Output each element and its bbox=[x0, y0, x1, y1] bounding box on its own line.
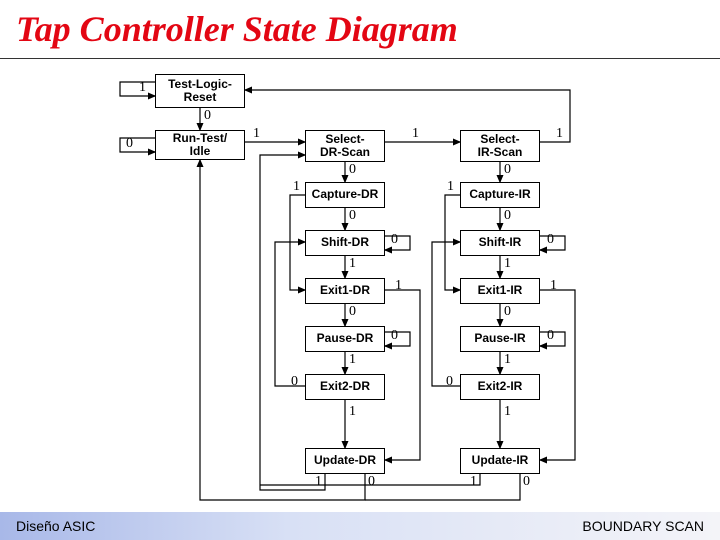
label-udr-sdr: 1 bbox=[315, 474, 322, 490]
state-diagram: Test-Logic-Reset Run-Test/Idle Select-DR… bbox=[0, 60, 720, 505]
label-pir-self: 0 bbox=[547, 328, 554, 344]
label-e2ir-uir: 1 bbox=[504, 404, 511, 420]
label-e2dr-udr: 1 bbox=[349, 404, 356, 420]
label-uir-rti: 0 bbox=[523, 474, 530, 490]
state-pause-dr: Pause-DR bbox=[305, 326, 385, 352]
label-e1dr-udr: 1 bbox=[395, 278, 402, 294]
label-rti-self: 0 bbox=[126, 136, 133, 152]
label-tlr-self: 1 bbox=[139, 80, 146, 96]
state-pause-ir: Pause-IR bbox=[460, 326, 540, 352]
state-select-dr-scan: Select-DR-Scan bbox=[305, 130, 385, 162]
label-cdr-e1dr: 1 bbox=[293, 179, 300, 195]
label-cir-e1ir: 1 bbox=[447, 179, 454, 195]
label-tlr-rti: 0 bbox=[204, 108, 211, 124]
label-uir-sdr: 1 bbox=[470, 474, 477, 490]
footer-right-text: BOUNDARY SCAN bbox=[582, 518, 704, 534]
label-pdr-e2dr: 1 bbox=[349, 352, 356, 368]
label-e2ir-shir: 0 bbox=[446, 374, 453, 390]
label-sdr-sir: 1 bbox=[412, 126, 419, 142]
footer-bar: Diseño ASIC BOUNDARY SCAN bbox=[0, 512, 720, 540]
state-shift-ir: Shift-IR bbox=[460, 230, 540, 256]
state-exit2-ir: Exit2-IR bbox=[460, 374, 540, 400]
page-title: Tap Controller State Diagram bbox=[0, 0, 720, 59]
label-shdr-self: 0 bbox=[391, 232, 398, 248]
label-pdr-self: 0 bbox=[391, 328, 398, 344]
label-udr-rti: 0 bbox=[368, 474, 375, 490]
label-shdr-e1dr: 1 bbox=[349, 256, 356, 272]
state-update-ir: Update-IR bbox=[460, 448, 540, 474]
state-select-ir-scan: Select-IR-Scan bbox=[460, 130, 540, 162]
state-test-logic-reset: Test-Logic-Reset bbox=[155, 74, 245, 108]
state-exit2-dr: Exit2-DR bbox=[305, 374, 385, 400]
label-pir-e2ir: 1 bbox=[504, 352, 511, 368]
state-run-test-idle: Run-Test/Idle bbox=[155, 130, 245, 160]
state-exit1-dr: Exit1-DR bbox=[305, 278, 385, 304]
label-sir-cir: 0 bbox=[504, 162, 511, 178]
label-shir-self: 0 bbox=[547, 232, 554, 248]
label-rti-sdr: 1 bbox=[253, 126, 260, 142]
label-cir-shir: 0 bbox=[504, 208, 511, 224]
label-e1ir-uir: 1 bbox=[550, 278, 557, 294]
label-e1ir-pir: 0 bbox=[504, 304, 511, 320]
state-capture-dr: Capture-DR bbox=[305, 182, 385, 208]
footer-left-text: Diseño ASIC bbox=[16, 518, 95, 534]
label-sir-tlr: 1 bbox=[556, 126, 563, 142]
label-e1dr-pdr: 0 bbox=[349, 304, 356, 320]
state-shift-dr: Shift-DR bbox=[305, 230, 385, 256]
state-exit1-ir: Exit1-IR bbox=[460, 278, 540, 304]
state-capture-ir: Capture-IR bbox=[460, 182, 540, 208]
state-update-dr: Update-DR bbox=[305, 448, 385, 474]
label-shir-e1ir: 1 bbox=[504, 256, 511, 272]
label-e2dr-shdr: 0 bbox=[291, 374, 298, 390]
label-sdr-cdr: 0 bbox=[349, 162, 356, 178]
label-cdr-shdr: 0 bbox=[349, 208, 356, 224]
